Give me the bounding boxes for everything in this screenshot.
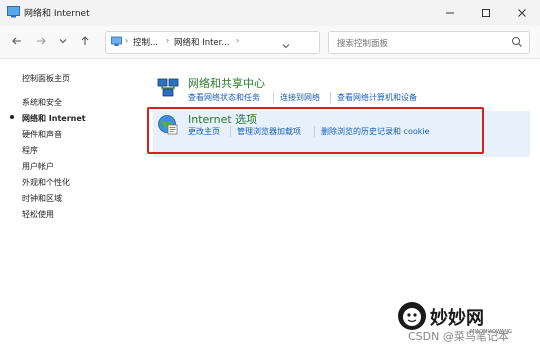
breadcrumb-separator: › <box>236 36 240 45</box>
search-box[interactable]: 搜索控制面板 <box>328 31 530 54</box>
watermark-csdn: CSDN @菜鸟笔记本 <box>408 330 509 343</box>
breadcrumb-item[interactable]: 网络和 Inter... <box>174 36 229 48</box>
watermark-brand: 妙妙网 <box>430 308 484 329</box>
arrow-left-icon <box>12 37 21 45</box>
link-view-network-computers[interactable]: 查看网络计算机和设备 <box>337 92 417 103</box>
close-icon <box>518 9 526 17</box>
breadcrumb-separator: › <box>166 36 170 45</box>
minimize-button[interactable] <box>432 0 468 26</box>
sidebar-item-control-panel-home[interactable]: 控制面板主页 <box>22 73 70 84</box>
link-view-network-status[interactable]: 查看网络状态和任务 <box>188 92 260 103</box>
maximize-button[interactable] <box>468 0 504 26</box>
control-panel-icon <box>111 36 122 46</box>
network-sharing-icon <box>157 78 179 97</box>
sidebar-item-appearance[interactable]: 外观和个性化 <box>22 177 70 188</box>
chevron-down-icon <box>59 39 67 44</box>
recent-locations-button[interactable] <box>54 32 72 50</box>
sidebar-item-user-accounts[interactable]: 用户帐户 <box>22 161 54 172</box>
breadcrumb-item[interactable]: 控制... <box>133 36 158 48</box>
sidebar-item-system-security[interactable]: 系统和安全 <box>22 97 62 108</box>
annotation-box <box>147 107 484 154</box>
link-connect-network[interactable]: 连接到网络 <box>280 92 320 103</box>
title-bar: 网络和 Internet <box>0 0 540 26</box>
active-bullet <box>10 115 14 119</box>
back-button[interactable] <box>8 32 26 50</box>
minimize-icon <box>446 12 454 14</box>
close-button[interactable] <box>504 0 540 26</box>
sidebar: 控制面板主页 系统和安全 网络和 Internet 硬件和声音 程序 用户帐户 … <box>0 58 140 351</box>
sidebar-item-ease-of-access[interactable]: 轻松使用 <box>22 209 54 220</box>
watermark-logo-icon <box>398 302 426 330</box>
breadcrumb-separator: › <box>125 36 129 45</box>
network-app-icon <box>7 6 20 18</box>
navigation-bar: › 控制... › 网络和 Inter... › 搜索控制面板 <box>0 26 540 59</box>
search-placeholder: 搜索控制面板 <box>337 39 389 49</box>
sidebar-item-clock-region[interactable]: 时钟和区域 <box>22 193 62 204</box>
sidebar-item-network-internet[interactable]: 网络和 Internet <box>22 113 86 124</box>
arrow-right-icon <box>37 37 46 45</box>
address-bar[interactable]: › 控制... › 网络和 Inter... › <box>105 31 412 55</box>
sidebar-item-hardware-sound[interactable]: 硬件和声音 <box>22 129 62 140</box>
forward-button[interactable] <box>32 32 50 50</box>
link-separator <box>330 92 331 103</box>
sidebar-item-programs[interactable]: 程序 <box>22 145 38 156</box>
search-icon <box>512 37 522 47</box>
arrow-up-icon <box>81 36 89 45</box>
chevron-down-icon <box>282 44 290 49</box>
window-title: 网络和 Internet <box>24 9 90 19</box>
maximize-icon <box>482 9 490 17</box>
address-dropdown-button[interactable] <box>281 36 291 55</box>
category-title[interactable]: 网络和共享中心 <box>188 75 265 91</box>
link-separator <box>273 92 274 103</box>
watermark-mascot-icon <box>403 308 421 326</box>
up-button[interactable] <box>76 32 94 50</box>
